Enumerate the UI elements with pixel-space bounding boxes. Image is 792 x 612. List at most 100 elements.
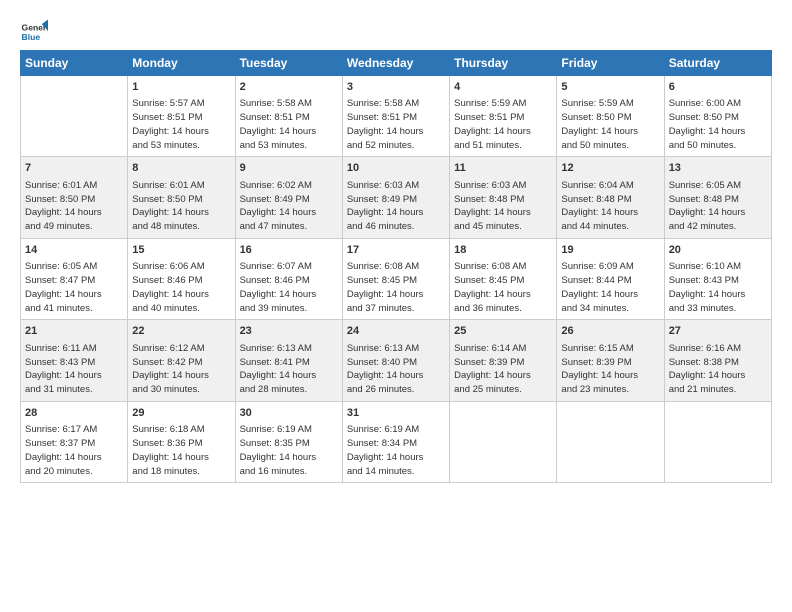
calendar-cell: 27 Sunrise: 6:16 AM Sunset: 8:38 PM Dayli… — [664, 320, 771, 401]
day-info: Sunrise: 6:02 AM Sunset: 8:49 PM Dayligh… — [240, 179, 338, 234]
day-number: 29 — [132, 406, 230, 421]
day-info: Sunrise: 6:06 AM Sunset: 8:46 PM Dayligh… — [132, 260, 230, 315]
calendar-cell: 30 Sunrise: 6:19 AM Sunset: 8:35 PM Dayli… — [235, 401, 342, 482]
calendar-header-row: SundayMondayTuesdayWednesdayThursdayFrid… — [21, 51, 772, 76]
calendar-cell: 20Sunrise: 6:10 AM Sunset: 8:43 PM Dayli… — [664, 238, 771, 319]
day-number: 26 — [561, 324, 659, 339]
day-info: Sunrise: 6:17 AM Sunset: 8:37 PM Dayligh… — [25, 423, 123, 478]
day-info: Sunrise: 5:59 AM Sunset: 8:50 PM Dayligh… — [561, 97, 659, 152]
day-info: Sunrise: 6:19 AM Sunset: 8:35 PM Dayligh… — [240, 423, 338, 478]
day-info: Sunrise: 6:03 AM Sunset: 8:49 PM Dayligh… — [347, 179, 445, 234]
day-info: Sunrise: 6:05 AM Sunset: 8:48 PM Dayligh… — [669, 179, 767, 234]
day-number: 31 — [347, 406, 445, 421]
calendar-week-row: 1 Sunrise: 5:57 AM Sunset: 8:51 PM Daylig… — [21, 76, 772, 157]
day-info: Sunrise: 6:08 AM Sunset: 8:45 PM Dayligh… — [454, 260, 552, 315]
day-info: Sunrise: 6:05 AM Sunset: 8:47 PM Dayligh… — [25, 260, 123, 315]
day-number: 11 — [454, 161, 552, 176]
calendar-cell: 3 Sunrise: 5:58 AM Sunset: 8:51 PM Daylig… — [342, 76, 449, 157]
calendar-cell: 24 Sunrise: 6:13 AM Sunset: 8:40 PM Dayli… — [342, 320, 449, 401]
day-number: 24 — [347, 324, 445, 339]
calendar-cell: 6Sunrise: 6:00 AM Sunset: 8:50 PM Daylig… — [664, 76, 771, 157]
calendar-cell: 12 Sunrise: 6:04 AM Sunset: 8:48 PM Dayli… — [557, 157, 664, 238]
day-info: Sunrise: 6:12 AM Sunset: 8:42 PM Dayligh… — [132, 342, 230, 397]
day-number: 18 — [454, 243, 552, 258]
day-info: Sunrise: 6:09 AM Sunset: 8:44 PM Dayligh… — [561, 260, 659, 315]
day-number: 21 — [25, 324, 123, 339]
calendar-cell: 8Sunrise: 6:01 AM Sunset: 8:50 PM Daylig… — [128, 157, 235, 238]
calendar-cell: 4 Sunrise: 5:59 AM Sunset: 8:51 PM Daylig… — [450, 76, 557, 157]
calendar-cell — [664, 401, 771, 482]
day-info: Sunrise: 6:19 AM Sunset: 8:34 PM Dayligh… — [347, 423, 445, 478]
day-info: Sunrise: 6:08 AM Sunset: 8:45 PM Dayligh… — [347, 260, 445, 315]
day-number: 2 — [240, 80, 338, 95]
day-number: 14 — [25, 243, 123, 258]
day-number: 25 — [454, 324, 552, 339]
day-info: Sunrise: 5:57 AM Sunset: 8:51 PM Dayligh… — [132, 97, 230, 152]
day-info: Sunrise: 6:14 AM Sunset: 8:39 PM Dayligh… — [454, 342, 552, 397]
calendar-cell: 19 Sunrise: 6:09 AM Sunset: 8:44 PM Dayli… — [557, 238, 664, 319]
day-info: Sunrise: 6:18 AM Sunset: 8:36 PM Dayligh… — [132, 423, 230, 478]
day-info: Sunrise: 6:16 AM Sunset: 8:38 PM Dayligh… — [669, 342, 767, 397]
day-number: 13 — [669, 161, 767, 176]
svg-text:Blue: Blue — [22, 32, 41, 42]
calendar-cell: 22 Sunrise: 6:12 AM Sunset: 8:42 PM Dayli… — [128, 320, 235, 401]
day-number: 12 — [561, 161, 659, 176]
calendar-table: SundayMondayTuesdayWednesdayThursdayFrid… — [20, 50, 772, 483]
calendar-cell: 26 Sunrise: 6:15 AM Sunset: 8:39 PM Dayli… — [557, 320, 664, 401]
calendar-cell — [557, 401, 664, 482]
day-info: Sunrise: 6:03 AM Sunset: 8:48 PM Dayligh… — [454, 179, 552, 234]
day-info: Sunrise: 6:13 AM Sunset: 8:41 PM Dayligh… — [240, 342, 338, 397]
day-info: Sunrise: 6:15 AM Sunset: 8:39 PM Dayligh… — [561, 342, 659, 397]
day-info: Sunrise: 6:00 AM Sunset: 8:50 PM Dayligh… — [669, 97, 767, 152]
day-number: 7 — [25, 161, 123, 176]
day-info: Sunrise: 6:07 AM Sunset: 8:46 PM Dayligh… — [240, 260, 338, 315]
day-number: 1 — [132, 80, 230, 95]
day-info: Sunrise: 5:59 AM Sunset: 8:51 PM Dayligh… — [454, 97, 552, 152]
calendar-cell: 21 Sunrise: 6:11 AM Sunset: 8:43 PM Dayli… — [21, 320, 128, 401]
calendar-cell — [21, 76, 128, 157]
day-number: 9 — [240, 161, 338, 176]
calendar-cell — [450, 401, 557, 482]
day-header-saturday: Saturday — [664, 51, 771, 76]
day-header-wednesday: Wednesday — [342, 51, 449, 76]
day-number: 28 — [25, 406, 123, 421]
calendar-cell: 14 Sunrise: 6:05 AM Sunset: 8:47 PM Dayli… — [21, 238, 128, 319]
calendar-cell: 5 Sunrise: 5:59 AM Sunset: 8:50 PM Daylig… — [557, 76, 664, 157]
calendar-cell: 2 Sunrise: 5:58 AM Sunset: 8:51 PM Daylig… — [235, 76, 342, 157]
day-number: 15 — [132, 243, 230, 258]
calendar-cell: 17Sunrise: 6:08 AM Sunset: 8:45 PM Dayli… — [342, 238, 449, 319]
day-header-tuesday: Tuesday — [235, 51, 342, 76]
calendar-cell: 16 Sunrise: 6:07 AM Sunset: 8:46 PM Dayli… — [235, 238, 342, 319]
day-number: 4 — [454, 80, 552, 95]
day-number: 23 — [240, 324, 338, 339]
calendar-cell: 10 Sunrise: 6:03 AM Sunset: 8:49 PM Dayli… — [342, 157, 449, 238]
calendar-week-row: 14 Sunrise: 6:05 AM Sunset: 8:47 PM Dayli… — [21, 238, 772, 319]
day-info: Sunrise: 6:01 AM Sunset: 8:50 PM Dayligh… — [132, 179, 230, 234]
day-info: Sunrise: 5:58 AM Sunset: 8:51 PM Dayligh… — [347, 97, 445, 152]
calendar-week-row: 21 Sunrise: 6:11 AM Sunset: 8:43 PM Dayli… — [21, 320, 772, 401]
day-number: 19 — [561, 243, 659, 258]
day-number: 30 — [240, 406, 338, 421]
day-number: 27 — [669, 324, 767, 339]
day-number: 5 — [561, 80, 659, 95]
day-number: 3 — [347, 80, 445, 95]
day-info: Sunrise: 6:13 AM Sunset: 8:40 PM Dayligh… — [347, 342, 445, 397]
day-header-monday: Monday — [128, 51, 235, 76]
calendar-cell: 9 Sunrise: 6:02 AM Sunset: 8:49 PM Daylig… — [235, 157, 342, 238]
calendar-week-row: 28 Sunrise: 6:17 AM Sunset: 8:37 PM Dayli… — [21, 401, 772, 482]
day-number: 10 — [347, 161, 445, 176]
calendar-cell: 29 Sunrise: 6:18 AM Sunset: 8:36 PM Dayli… — [128, 401, 235, 482]
day-info: Sunrise: 6:04 AM Sunset: 8:48 PM Dayligh… — [561, 179, 659, 234]
calendar-week-row: 7 Sunrise: 6:01 AM Sunset: 8:50 PM Daylig… — [21, 157, 772, 238]
day-number: 20 — [669, 243, 767, 258]
day-number: 22 — [132, 324, 230, 339]
day-header-thursday: Thursday — [450, 51, 557, 76]
calendar-cell: 11 Sunrise: 6:03 AM Sunset: 8:48 PM Dayli… — [450, 157, 557, 238]
day-info: Sunrise: 5:58 AM Sunset: 8:51 PM Dayligh… — [240, 97, 338, 152]
day-number: 16 — [240, 243, 338, 258]
day-info: Sunrise: 6:01 AM Sunset: 8:50 PM Dayligh… — [25, 179, 123, 234]
day-info: Sunrise: 6:11 AM Sunset: 8:43 PM Dayligh… — [25, 342, 123, 397]
calendar-cell: 15 Sunrise: 6:06 AM Sunset: 8:46 PM Dayli… — [128, 238, 235, 319]
calendar-cell: 23 Sunrise: 6:13 AM Sunset: 8:41 PM Dayli… — [235, 320, 342, 401]
calendar-cell: 1 Sunrise: 5:57 AM Sunset: 8:51 PM Daylig… — [128, 76, 235, 157]
